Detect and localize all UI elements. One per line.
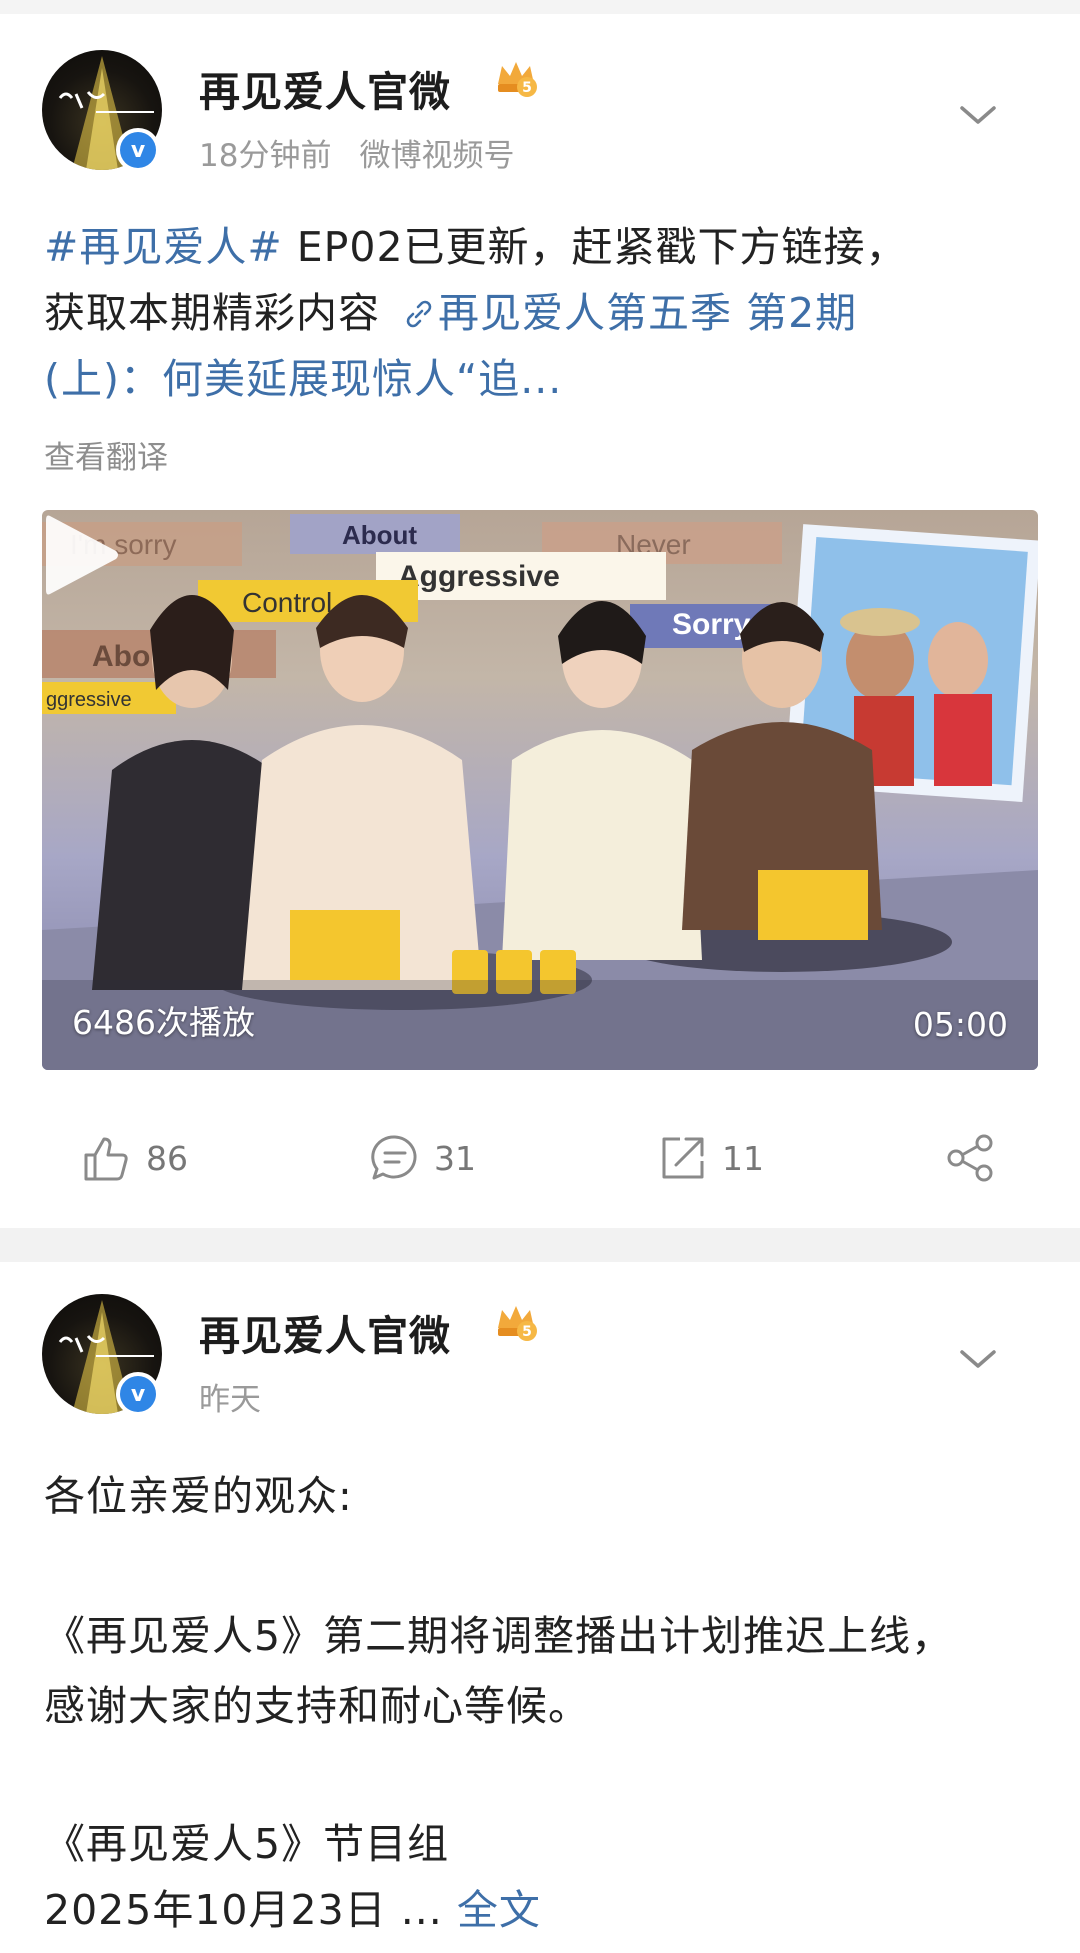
post-text-line: 《再见爱人5》节目组 — [44, 1820, 450, 1868]
video-link-cont[interactable]: (上)：何美延展现惊人“追... — [44, 355, 562, 403]
video-word: Sorry — [672, 608, 751, 641]
like-button[interactable]: 86 — [82, 1110, 188, 1206]
top-separator — [0, 0, 1080, 14]
repost-icon — [662, 1137, 704, 1179]
chevron-down-icon[interactable] — [958, 100, 998, 130]
post-text-line: EP02已更新，赶紧戳下方链接， — [282, 223, 908, 271]
post-time: 昨天 — [199, 1382, 261, 1418]
author-name[interactable]: 再见爱人官微 — [199, 1302, 451, 1362]
post-text: #再见爱人# EP02已更新，赶紧戳下方链接， 获取本期精彩内容 再见爱人第五季… — [44, 214, 1044, 412]
like-icon — [84, 1137, 128, 1181]
like-count: 86 — [146, 1138, 188, 1178]
share-icon — [947, 1134, 993, 1182]
post-meta: 18分钟前 微博视频号 — [199, 130, 514, 175]
post-time: 18分钟前 — [199, 138, 332, 174]
chevron-down-icon[interactable] — [958, 1344, 998, 1374]
post-divider — [0, 1228, 1080, 1262]
verified-icon: v — [116, 128, 160, 172]
link-icon — [406, 300, 432, 328]
video-word: Control — [242, 587, 332, 618]
post-card: v 再见爱人官微 5 昨天 各位亲爱的观众: 《再见爱人5》第二期将调整播出计划… — [0, 1262, 1080, 1953]
video-link[interactable]: 再见爱人第五季 第2期 — [438, 289, 857, 337]
repost-count: 11 — [722, 1138, 764, 1178]
post-text-line: 《再见爱人5》第二期将调整播出计划推迟上线， — [44, 1612, 954, 1660]
post-meta: 昨天 — [199, 1374, 261, 1419]
crown-icon: 5 — [498, 62, 537, 97]
repost-button[interactable]: 11 — [658, 1110, 764, 1206]
post-card: v 再见爱人官微 5 18分钟前 微博视频号 #再见爱人# EP02已更新，赶紧戳… — [0, 14, 1080, 1228]
crown-icon: 5 — [498, 1306, 537, 1341]
translate-link[interactable]: 查看翻译 — [44, 432, 168, 477]
video-word: ggressive — [46, 689, 132, 711]
play-icon[interactable] — [42, 510, 122, 600]
post-text-line: 获取本期精彩内容 — [44, 289, 380, 337]
post-text-line: 2025年10月23日 ... — [44, 1886, 443, 1934]
share-button[interactable] — [944, 1110, 998, 1206]
comment-button[interactable]: 31 — [370, 1110, 476, 1206]
video-word: Abo — [92, 640, 150, 673]
post-text-last-line: 2025年10月23日 ... 全文 — [44, 1876, 1044, 1936]
video-duration: 05:00 — [912, 1005, 1008, 1044]
verified-icon: v — [116, 1372, 160, 1416]
comment-icon — [371, 1135, 417, 1180]
post-text-line: 各位亲爱的观众: — [44, 1472, 353, 1520]
action-bar: 86 31 11 — [0, 1110, 1080, 1206]
author-name[interactable]: 再见爱人官微 — [199, 58, 451, 118]
full-text-link[interactable]: 全文 — [457, 1886, 541, 1934]
post-text-line: 感谢大家的支持和耐心等候。 — [44, 1682, 590, 1730]
video-play-count: 6486次播放 — [72, 1003, 255, 1042]
post-source[interactable]: 微博视频号 — [359, 138, 514, 174]
svg-text:5: 5 — [522, 1324, 532, 1340]
video-word: About — [342, 520, 417, 550]
svg-text:5: 5 — [522, 80, 532, 96]
video-word: Aggressive — [398, 560, 560, 593]
comment-count: 31 — [434, 1138, 476, 1178]
hashtag-link[interactable]: #再见爱人# — [44, 223, 283, 271]
video-player[interactable]: I'm sorry About Never Aggressive Control… — [42, 510, 1038, 1070]
